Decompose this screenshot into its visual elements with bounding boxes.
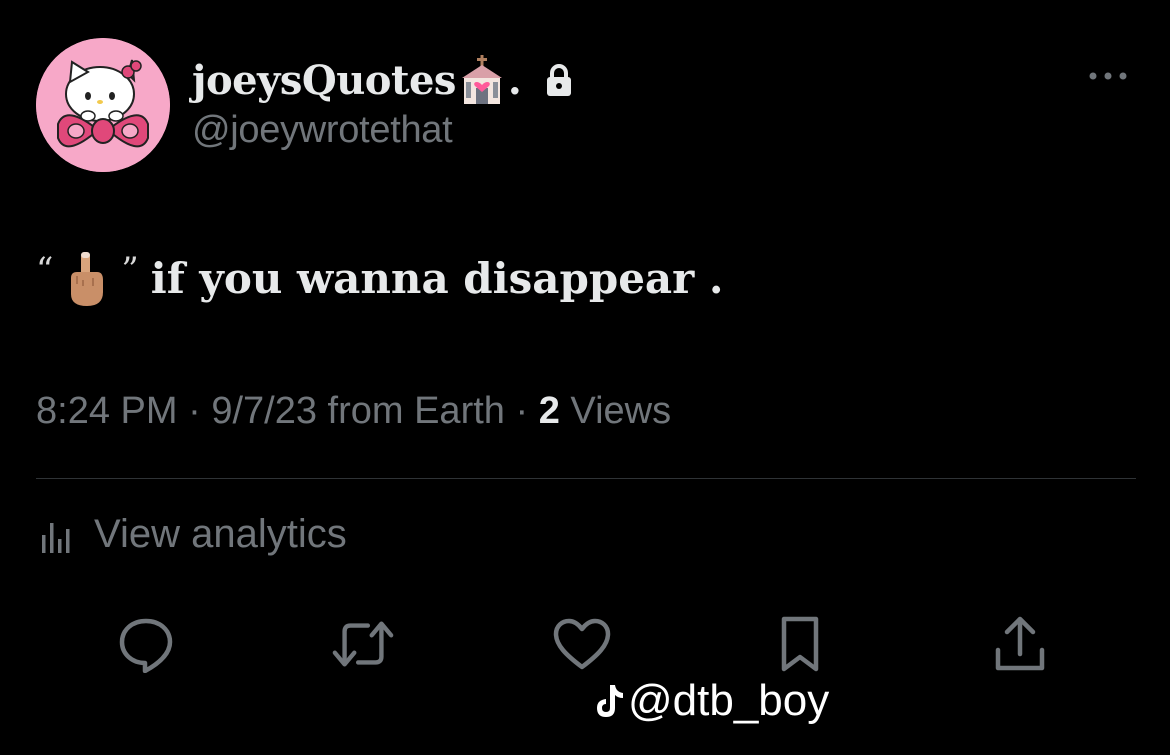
share-icon [995, 616, 1045, 671]
wedding-chapel-emoji-icon [458, 54, 506, 106]
tweet-meta: 8:24 PM · 9/7/23 from Earth · 2 Views [36, 390, 671, 433]
bookmark-button[interactable] [768, 612, 832, 676]
user-handle[interactable]: @joeywrotethat [192, 109, 453, 152]
lock-icon [544, 62, 574, 98]
open-quote: “ [36, 250, 54, 290]
reply-button[interactable] [114, 612, 178, 676]
tweet-body: if you wanna disappear . [150, 253, 724, 303]
middle-finger-emoji-icon [63, 248, 107, 308]
tiktok-watermark: @dtb_boy [590, 676, 829, 726]
close-quote: ” [121, 250, 139, 290]
name-suffix: . [507, 56, 522, 104]
reply-icon [119, 618, 173, 673]
divider [36, 478, 1136, 479]
hello-kitty-avatar-image [36, 38, 170, 172]
tweet-date[interactable]: 9/7/23 [211, 390, 317, 432]
avatar[interactable] [36, 38, 170, 172]
like-button[interactable] [550, 612, 614, 676]
analytics-icon [42, 522, 70, 553]
view-analytics-link[interactable]: View analytics [36, 512, 347, 557]
tweet-time[interactable]: 8:24 PM [36, 390, 178, 432]
view-analytics-label: View analytics [94, 512, 347, 556]
views-label: Views [570, 390, 672, 432]
more-icon[interactable] [1086, 66, 1130, 86]
meta-separator: · [515, 390, 539, 432]
tiktok-icon [597, 685, 623, 717]
retweet-button[interactable] [331, 612, 395, 676]
share-button[interactable] [988, 612, 1052, 676]
retweet-icon [332, 621, 394, 667]
watermark-username: @dtb_boy [628, 676, 830, 725]
tweet-text: “ ” if you wanna disappear . [36, 238, 724, 318]
views-count: 2 [538, 390, 560, 432]
display-name[interactable]: joeysQuotes [192, 57, 456, 104]
like-icon [553, 618, 611, 670]
tweet-source: from Earth [327, 390, 505, 432]
author-name-row[interactable]: joeysQuotes . [192, 50, 574, 110]
bookmark-icon [781, 616, 819, 672]
meta-separator: · [188, 390, 212, 432]
